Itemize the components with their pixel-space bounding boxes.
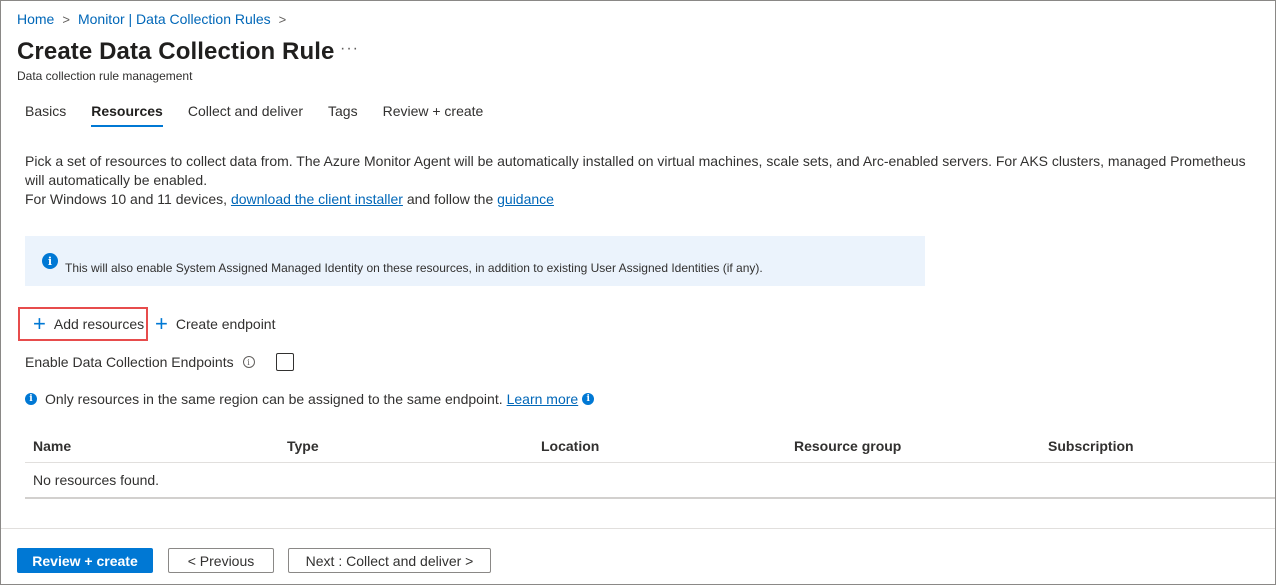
- enable-dce-checkbox[interactable]: [276, 353, 294, 371]
- breadcrumb-monitor-dcr[interactable]: Monitor | Data Collection Rules: [78, 11, 271, 27]
- enable-dce-label: Enable Data Collection Endpoints i: [25, 354, 255, 370]
- column-header-name[interactable]: Name: [33, 438, 71, 454]
- create-endpoint-label: Create endpoint: [175, 316, 276, 332]
- enable-dce-text: Enable Data Collection Endpoints: [25, 354, 234, 370]
- plus-icon: +: [33, 311, 46, 336]
- create-endpoint-button[interactable]: + Create endpoint: [155, 307, 276, 341]
- column-header-subscription[interactable]: Subscription: [1048, 438, 1134, 454]
- info-icon: i: [582, 393, 595, 405]
- managed-identity-info-banner: i This will also enable System Assigned …: [25, 236, 925, 286]
- column-header-resource-group[interactable]: Resource group: [794, 438, 901, 454]
- region-note-text: Only resources in the same region can be…: [45, 391, 503, 407]
- next-collect-deliver-button[interactable]: Next : Collect and deliver >: [288, 548, 491, 573]
- table-empty-row: No resources found.: [25, 463, 1275, 499]
- chevron-right-icon: >: [278, 11, 287, 27]
- tab-collect-and-deliver[interactable]: Collect and deliver: [188, 103, 303, 126]
- info-tooltip-icon[interactable]: i: [242, 356, 255, 368]
- description-mid: and follow the: [402, 191, 498, 207]
- tab-basics[interactable]: Basics: [25, 103, 66, 126]
- chevron-right-icon: >: [62, 11, 70, 27]
- description-line2: For Windows 10 and 11 devices, download …: [25, 190, 1265, 209]
- guidance-link[interactable]: guidance: [497, 191, 554, 207]
- description-line1: Pick a set of resources to collect data …: [25, 153, 1246, 188]
- add-resources-label: Add resources: [53, 316, 145, 332]
- column-header-type[interactable]: Type: [287, 438, 319, 454]
- info-icon: i: [42, 253, 58, 269]
- download-client-installer-link[interactable]: download the client installer: [231, 191, 403, 207]
- breadcrumb-home[interactable]: Home: [17, 11, 54, 27]
- review-create-button[interactable]: Review + create: [17, 548, 153, 573]
- breadcrumb: Home > Monitor | Data Collection Rules >: [17, 11, 294, 27]
- column-header-location[interactable]: Location: [541, 438, 599, 454]
- footer-divider: [1, 528, 1275, 529]
- page-subtitle: Data collection rule management: [17, 69, 193, 83]
- page-title: Create Data Collection Rule: [17, 38, 335, 65]
- info-icon: i: [25, 393, 37, 405]
- resources-table: Name Type Location Resource group Subscr…: [25, 430, 1275, 499]
- table-header: Name Type Location Resource group Subscr…: [25, 430, 1275, 463]
- wizard-tabs: Basics Resources Collect and deliver Tag…: [25, 103, 508, 127]
- add-resources-button[interactable]: + Add resources: [18, 307, 148, 341]
- plus-icon: +: [155, 311, 168, 336]
- previous-button[interactable]: < Previous: [168, 548, 274, 573]
- tab-tags[interactable]: Tags: [328, 103, 358, 126]
- more-options-icon[interactable]: ···: [340, 40, 359, 58]
- region-endpoint-note: i Only resources in the same region can …: [25, 391, 595, 407]
- description-prefix: For Windows 10 and 11 devices,: [25, 191, 231, 207]
- tab-resources[interactable]: Resources: [91, 103, 163, 127]
- resources-description: Pick a set of resources to collect data …: [25, 152, 1265, 209]
- info-banner-text: This will also enable System Assigned Ma…: [65, 261, 763, 275]
- learn-more-link[interactable]: Learn more: [507, 391, 579, 407]
- tab-review-create[interactable]: Review + create: [383, 103, 484, 126]
